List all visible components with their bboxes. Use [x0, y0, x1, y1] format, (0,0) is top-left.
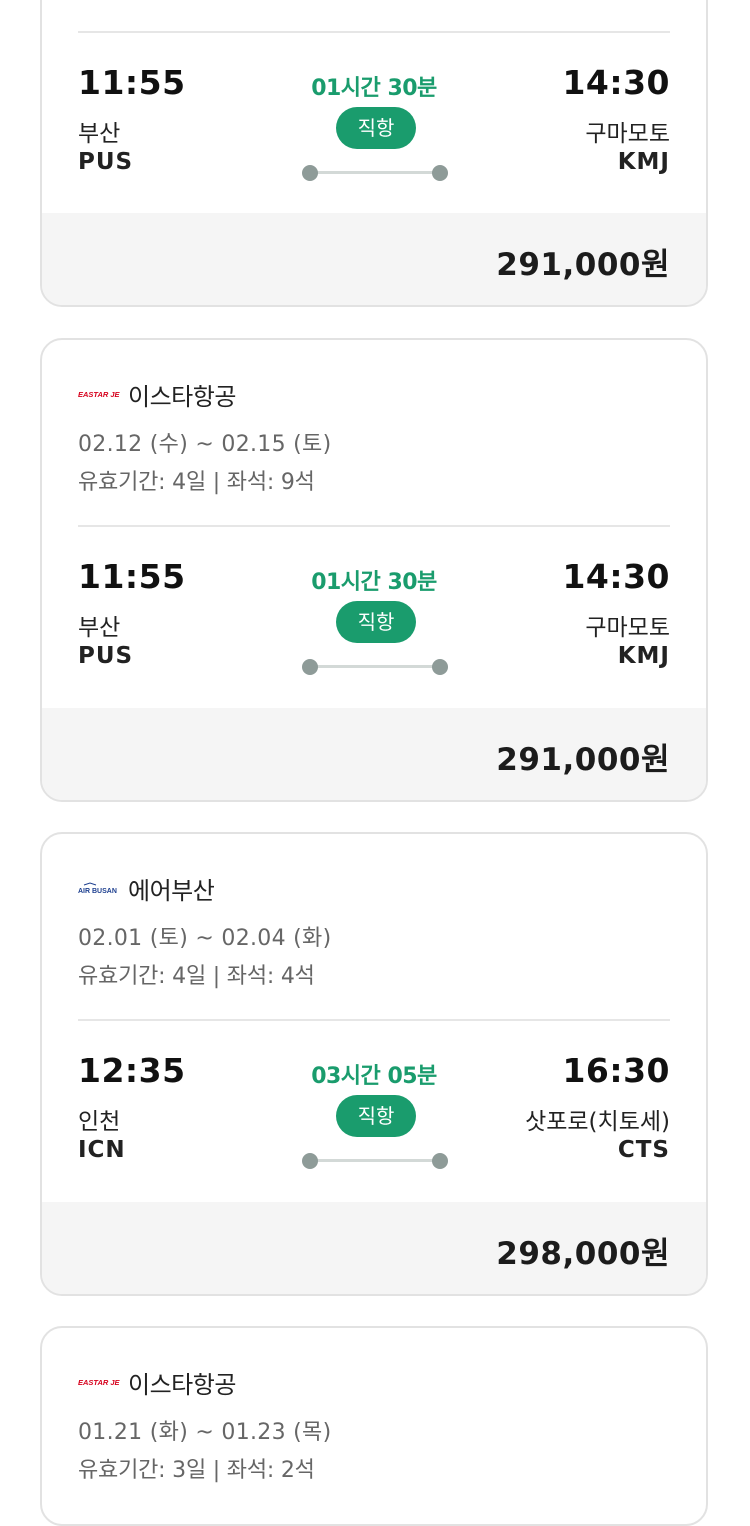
divider	[78, 1019, 670, 1021]
price-bar: 291,000원	[42, 708, 706, 800]
divider	[78, 31, 670, 33]
flight-card[interactable]: EASTAR JET 이스타항공 02.12 (수) ~ 02.15 (토) 유…	[40, 338, 708, 802]
arrival-city: 삿포로(치토세)	[525, 1109, 670, 1135]
arrival-code: KMJ	[617, 643, 670, 669]
travel-dates: 02.12 (수) ~ 02.15 (토)	[78, 432, 332, 457]
airline-name: 이스타항공	[128, 382, 236, 411]
arrival-time: 14:30	[562, 557, 670, 596]
departure-city: 부산	[78, 615, 121, 641]
departure-code: ICN	[78, 1137, 126, 1163]
arrival-dot	[432, 659, 448, 675]
travel-dates: 02.01 (토) ~ 02.04 (화)	[78, 926, 332, 951]
price: 298,000원	[496, 1236, 670, 1272]
airline-row: EASTAR JET 이스타항공	[78, 376, 236, 412]
arrival-city: 구마모토	[585, 615, 670, 641]
route-line	[310, 665, 440, 668]
arrival-code: KMJ	[617, 149, 670, 175]
departure-dot	[302, 165, 318, 181]
direct-flight-badge[interactable]: 직항	[336, 107, 416, 149]
departure-code: PUS	[78, 149, 134, 175]
route-line	[310, 1159, 440, 1162]
direct-flight-badge[interactable]: 직항	[336, 1095, 416, 1137]
svg-text:AIR BUSAN: AIR BUSAN	[78, 888, 117, 894]
divider	[78, 525, 670, 527]
validity-seats: 유효기간: 4일 | 좌석: 4석	[78, 964, 315, 989]
price-bar: 291,000원	[42, 213, 706, 305]
price-bar: 298,000원	[42, 1202, 706, 1294]
arrival-code: CTS	[617, 1137, 670, 1163]
airline-row: EASTAR JET 이스타항공	[78, 1364, 236, 1400]
flight-card[interactable]: EASTAR JET 이스타항공 01.21 (화) ~ 01.23 (목) 유…	[40, 1326, 708, 1526]
travel-dates: 01.21 (화) ~ 01.23 (목)	[78, 1420, 332, 1445]
flight-card[interactable]: AIR BUSAN 에어부산 02.01 (토) ~ 02.04 (화) 유효기…	[40, 832, 708, 1296]
flight-card[interactable]: 11:55 부산 PUS 01시간 30분 직항 14:30 구마모토 KMJ …	[40, 0, 708, 307]
airline-row: AIR BUSAN 에어부산	[78, 870, 215, 906]
arrival-time: 16:30	[562, 1051, 670, 1090]
departure-dot	[302, 1153, 318, 1169]
airline-name: 에어부산	[128, 876, 215, 905]
eastarjet-logo-icon: EASTAR JET	[78, 1375, 120, 1389]
airbusan-logo-icon: AIR BUSAN	[78, 881, 120, 895]
departure-city: 부산	[78, 121, 121, 147]
validity-seats: 유효기간: 3일 | 좌석: 2석	[78, 1458, 315, 1483]
svg-text:EASTAR JET: EASTAR JET	[78, 1378, 120, 1387]
arrival-time: 14:30	[562, 63, 670, 102]
price: 291,000원	[496, 742, 670, 778]
eastarjet-logo-icon: EASTAR JET	[78, 387, 120, 401]
departure-code: PUS	[78, 643, 134, 669]
arrival-city: 구마모토	[585, 121, 670, 147]
arrival-dot	[432, 165, 448, 181]
direct-flight-badge[interactable]: 직항	[336, 601, 416, 643]
validity-seats: 유효기간: 4일 | 좌석: 9석	[78, 470, 315, 495]
airline-name: 이스타항공	[128, 1370, 236, 1399]
departure-city: 인천	[78, 1109, 121, 1135]
departure-dot	[302, 659, 318, 675]
arrival-dot	[432, 1153, 448, 1169]
route-line	[310, 171, 440, 174]
price: 291,000원	[496, 247, 670, 283]
svg-text:EASTAR JET: EASTAR JET	[78, 390, 120, 399]
